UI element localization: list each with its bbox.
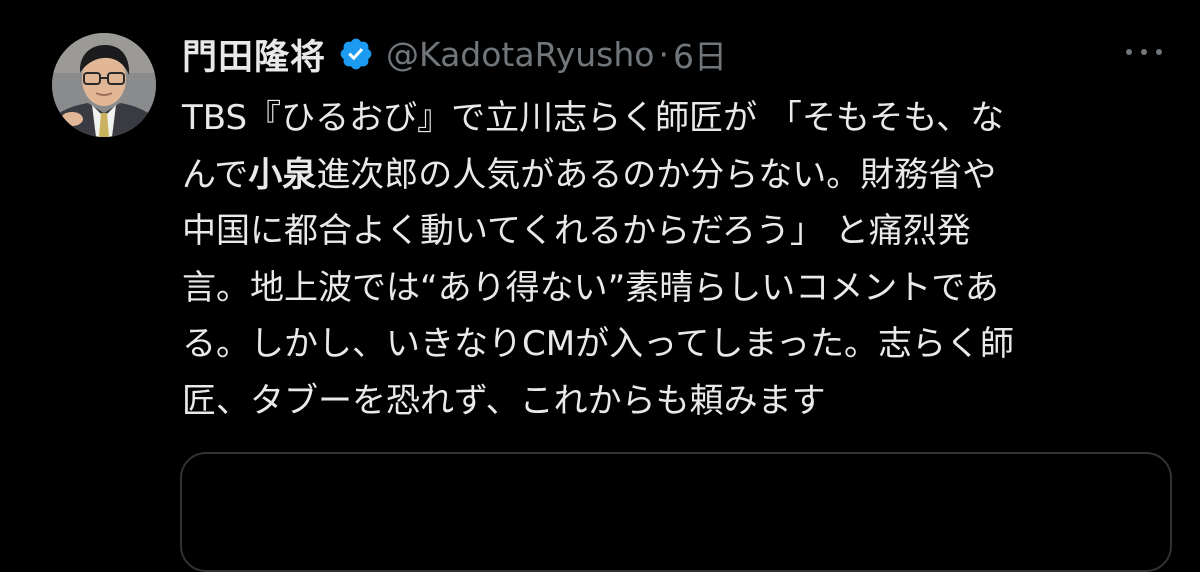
text-segment: 中国に都合よく動いてくれるからだろう」 と痛烈発 <box>182 211 971 251</box>
avatar[interactable] <box>52 33 156 137</box>
highlighted-text: 小泉 <box>248 154 317 195</box>
text-segment: 匠、タブーを恐れず、これからも頼みます <box>182 380 826 421</box>
tweet-text-line: 匠、タブーを恐れず、これからも頼みます <box>182 373 1157 430</box>
more-dot <box>1156 49 1162 55</box>
handle[interactable]: @KadotaRyusho <box>386 35 654 74</box>
profile-photo <box>52 33 156 137</box>
tweet-text-line: る。しかし、いきなりCMが入ってしまった。志らく師 <box>182 316 1157 373</box>
text-segment: 言。地上波では“あり得ない”素晴らしいコメントであ <box>182 267 999 308</box>
tweet-text-line: 中国に都合よく動いてくれるからだろう」 と痛烈発 <box>182 203 1157 260</box>
more-dot <box>1126 49 1132 55</box>
text-segment: 進次郎の人気があるのか分らない。財務省や <box>316 154 997 195</box>
tweet-text-line: んで小泉進次郎の人気があるのか分らない。財務省や <box>182 147 1157 204</box>
tweet-text: TBS『ひるおび』で立川志らく師匠が 「そもそも、な んで小泉進次郎の人気があるの… <box>182 90 1157 429</box>
tweet-text-line: 言。地上波では“あり得ない”素晴らしいコメントであ <box>182 260 1157 317</box>
more-dot <box>1141 49 1147 55</box>
text-segment: TBS『ひるおび』で立川志らく師匠が 「そもそも、な <box>182 98 1005 138</box>
separator-dot: · <box>658 34 669 74</box>
text-segment: んで <box>182 154 249 195</box>
display-name[interactable]: 門田隆将 <box>182 29 326 80</box>
tweet-text-line: TBS『ひるおび』で立川志らく師匠が 「そもそも、な <box>182 90 1157 147</box>
quoted-card[interactable] <box>180 452 1172 572</box>
text-segment: る。しかし、いきなりCMが入ってしまった。志らく師 <box>182 324 1015 364</box>
tweet-header: 門田隆将 @KadotaRyusho · 6日 <box>182 28 727 80</box>
verified-badge-icon <box>338 36 374 72</box>
more-options-icon[interactable] <box>1126 42 1162 62</box>
timestamp[interactable]: 6日 <box>673 30 727 78</box>
